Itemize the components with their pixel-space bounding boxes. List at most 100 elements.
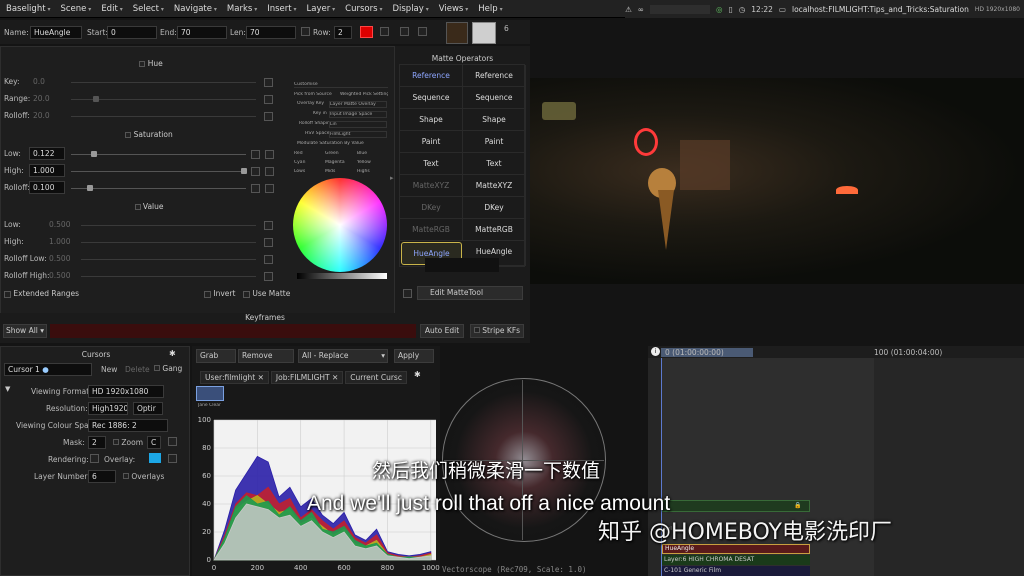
gang-toggle[interactable]: Gang [154, 364, 182, 373]
hue-toggle-icon[interactable] [139, 61, 146, 67]
invert-toggle[interactable]: Invert [204, 289, 235, 298]
matte-op-dkey[interactable]: DKey [400, 197, 463, 219]
overlay-options-icon[interactable] [168, 454, 177, 463]
menu-cursors[interactable]: Cursors [345, 4, 382, 14]
overlays-toggle[interactable]: Overlays [123, 472, 164, 481]
pick-from-source-setting[interactable]: Pick from Source [294, 92, 338, 97]
screen-icon[interactable]: ▭ [779, 5, 786, 14]
hue-colour-wheel[interactable] [293, 178, 387, 272]
sat-high-graph-icon[interactable] [265, 167, 274, 176]
zoom-select[interactable]: C [147, 436, 161, 449]
matte-op-mattexyz-alt[interactable]: MatteXYZ [463, 175, 526, 197]
sat-rolloff-input[interactable]: 0.100 [29, 181, 65, 194]
resolution-option-select[interactable]: Optir [133, 402, 163, 415]
cursors-settings-icon[interactable]: ✱ [169, 349, 176, 358]
tab-current-cursor[interactable]: Current Cursc [345, 371, 407, 384]
menu-views[interactable]: Views [439, 4, 469, 14]
sat-low-curve-icon[interactable] [251, 150, 260, 159]
hue-rolloff-value[interactable]: 20.0 [33, 111, 50, 120]
matte-op-reference[interactable]: Reference [400, 65, 463, 87]
menu-baselight[interactable]: Baselight [6, 4, 50, 14]
menu-edit[interactable]: Edit [101, 4, 122, 14]
hue-key-slider[interactable] [71, 82, 256, 83]
preset-blue[interactable]: Blue [357, 151, 387, 156]
tab-job-close-icon[interactable]: ✕ [332, 373, 338, 382]
value-rolloff-low-curve-icon[interactable] [264, 255, 273, 264]
sat-rolloff-graph-icon[interactable] [265, 184, 274, 193]
paste-icon[interactable] [418, 27, 427, 36]
auto-edit-button[interactable]: Auto Edit [420, 324, 464, 338]
menu-display[interactable]: Display [392, 4, 428, 14]
matte-op-shape[interactable]: Shape [400, 109, 463, 131]
preset-lows[interactable]: Lows [294, 169, 324, 174]
value-low-slider[interactable] [81, 225, 256, 226]
menu-insert[interactable]: Insert [267, 4, 296, 14]
image-viewer[interactable] [530, 78, 1024, 284]
person-thumbnail-icon[interactable] [472, 22, 496, 44]
hue-key-value[interactable]: 0.0 [33, 77, 45, 86]
menu-layer[interactable]: Layer [307, 4, 336, 14]
customise-setting[interactable]: Customise [294, 82, 388, 88]
sat-high-input[interactable]: 1.000 [29, 164, 65, 177]
zoom-toggle[interactable]: Zoom [113, 438, 143, 447]
value-rolloff-low-slider[interactable] [81, 259, 256, 260]
value-toggle-icon[interactable] [134, 204, 141, 210]
matte-op-paint-alt[interactable]: Paint [463, 131, 526, 153]
preset-red[interactable]: Red [294, 151, 324, 156]
stripe-kfs-button[interactable]: Stripe KFs [470, 324, 524, 338]
layer-matte-overlay-setting[interactable]: Layer Matte Overlay [329, 101, 387, 108]
matte-op-text[interactable]: Text [400, 153, 463, 175]
menu-scene[interactable]: Scene [60, 4, 91, 14]
cursor-new-button[interactable]: New [101, 365, 117, 374]
matte-op-mattergb[interactable]: MatteRGB [400, 219, 463, 241]
phone-icon[interactable]: ▯ [729, 5, 733, 14]
start-input[interactable]: 0 [107, 26, 157, 39]
hsv-space-select[interactable]: FilmLight [329, 131, 387, 138]
value-rolloff-high-curve-icon[interactable] [264, 272, 273, 281]
preset-yellow[interactable]: Yellow [357, 160, 387, 165]
cursor-delete-button[interactable]: Delete [125, 365, 150, 374]
tab-user[interactable]: User:filmlight ✕ [200, 371, 269, 384]
matte-op-reference-alt[interactable]: Reference [463, 65, 526, 87]
edit-mattetool-button[interactable]: Edit MatteTool [417, 286, 523, 300]
sat-low-input[interactable]: 0.122 [29, 147, 65, 160]
menu-marks[interactable]: Marks [227, 4, 257, 14]
rolloff-shaping-select[interactable]: Lin [329, 121, 387, 128]
value-rolloff-high-slider[interactable] [81, 276, 256, 277]
expand-arrow-icon[interactable]: ▸ [390, 174, 394, 182]
matte-op-sequence-alt[interactable]: Sequence [463, 87, 526, 109]
key-in-select[interactable]: Input Image Space [329, 111, 387, 118]
value-low-value[interactable]: 0.500 [49, 220, 70, 229]
sat-high-curve-icon[interactable] [251, 167, 260, 176]
hue-rolloff-curve-icon[interactable] [264, 112, 273, 121]
preset-magenta[interactable]: Magenta [325, 160, 355, 165]
menu-navigate[interactable]: Navigate [174, 4, 217, 14]
matte-op-text-alt[interactable]: Text [463, 153, 526, 175]
matte-op-sequence[interactable]: Sequence [400, 87, 463, 109]
weighted-pick-setting[interactable]: Weighted Pick Settings [340, 92, 388, 97]
viewing-colour-space-select[interactable]: Rec 1886: 2 [88, 419, 168, 432]
tab-job[interactable]: Job:FILMLIGHT ✕ [270, 371, 344, 384]
edit-mattetool-icon[interactable] [403, 289, 412, 298]
saturation-toggle-icon[interactable] [125, 132, 132, 138]
bin-icon[interactable] [380, 27, 389, 36]
value-high-curve-icon[interactable] [264, 238, 273, 247]
face-thumbnail-icon[interactable] [446, 22, 468, 44]
replace-mode-select[interactable]: All - Replace ▾ [298, 349, 388, 363]
keyframe-track[interactable] [50, 324, 416, 338]
preset-highs[interactable]: Highs [357, 169, 387, 174]
resolution-select[interactable]: High1920 [88, 402, 128, 415]
timeline-info-icon[interactable]: i [651, 347, 660, 356]
timeline-layer-generic-film[interactable]: C-101 Generic Film [662, 566, 810, 576]
preset-mids[interactable]: Mids [325, 169, 355, 174]
matte-op-shape-alt[interactable]: Shape [463, 109, 526, 131]
grab-button[interactable]: Grab [196, 349, 236, 363]
rendering-toggle-icon[interactable] [90, 454, 99, 463]
preset-cyan[interactable]: Cyan [294, 160, 324, 165]
len-input[interactable]: 70 [246, 26, 296, 39]
warning-icon[interactable]: ⚠ [625, 5, 632, 14]
timeline-lock-icon[interactable]: 🔒 [794, 502, 801, 509]
row-icon[interactable] [301, 27, 310, 36]
value-low-curve-icon[interactable] [264, 221, 273, 230]
timeline-layer-desat[interactable]: Layer:6 HIGH CHROMA DESAT [662, 555, 810, 565]
